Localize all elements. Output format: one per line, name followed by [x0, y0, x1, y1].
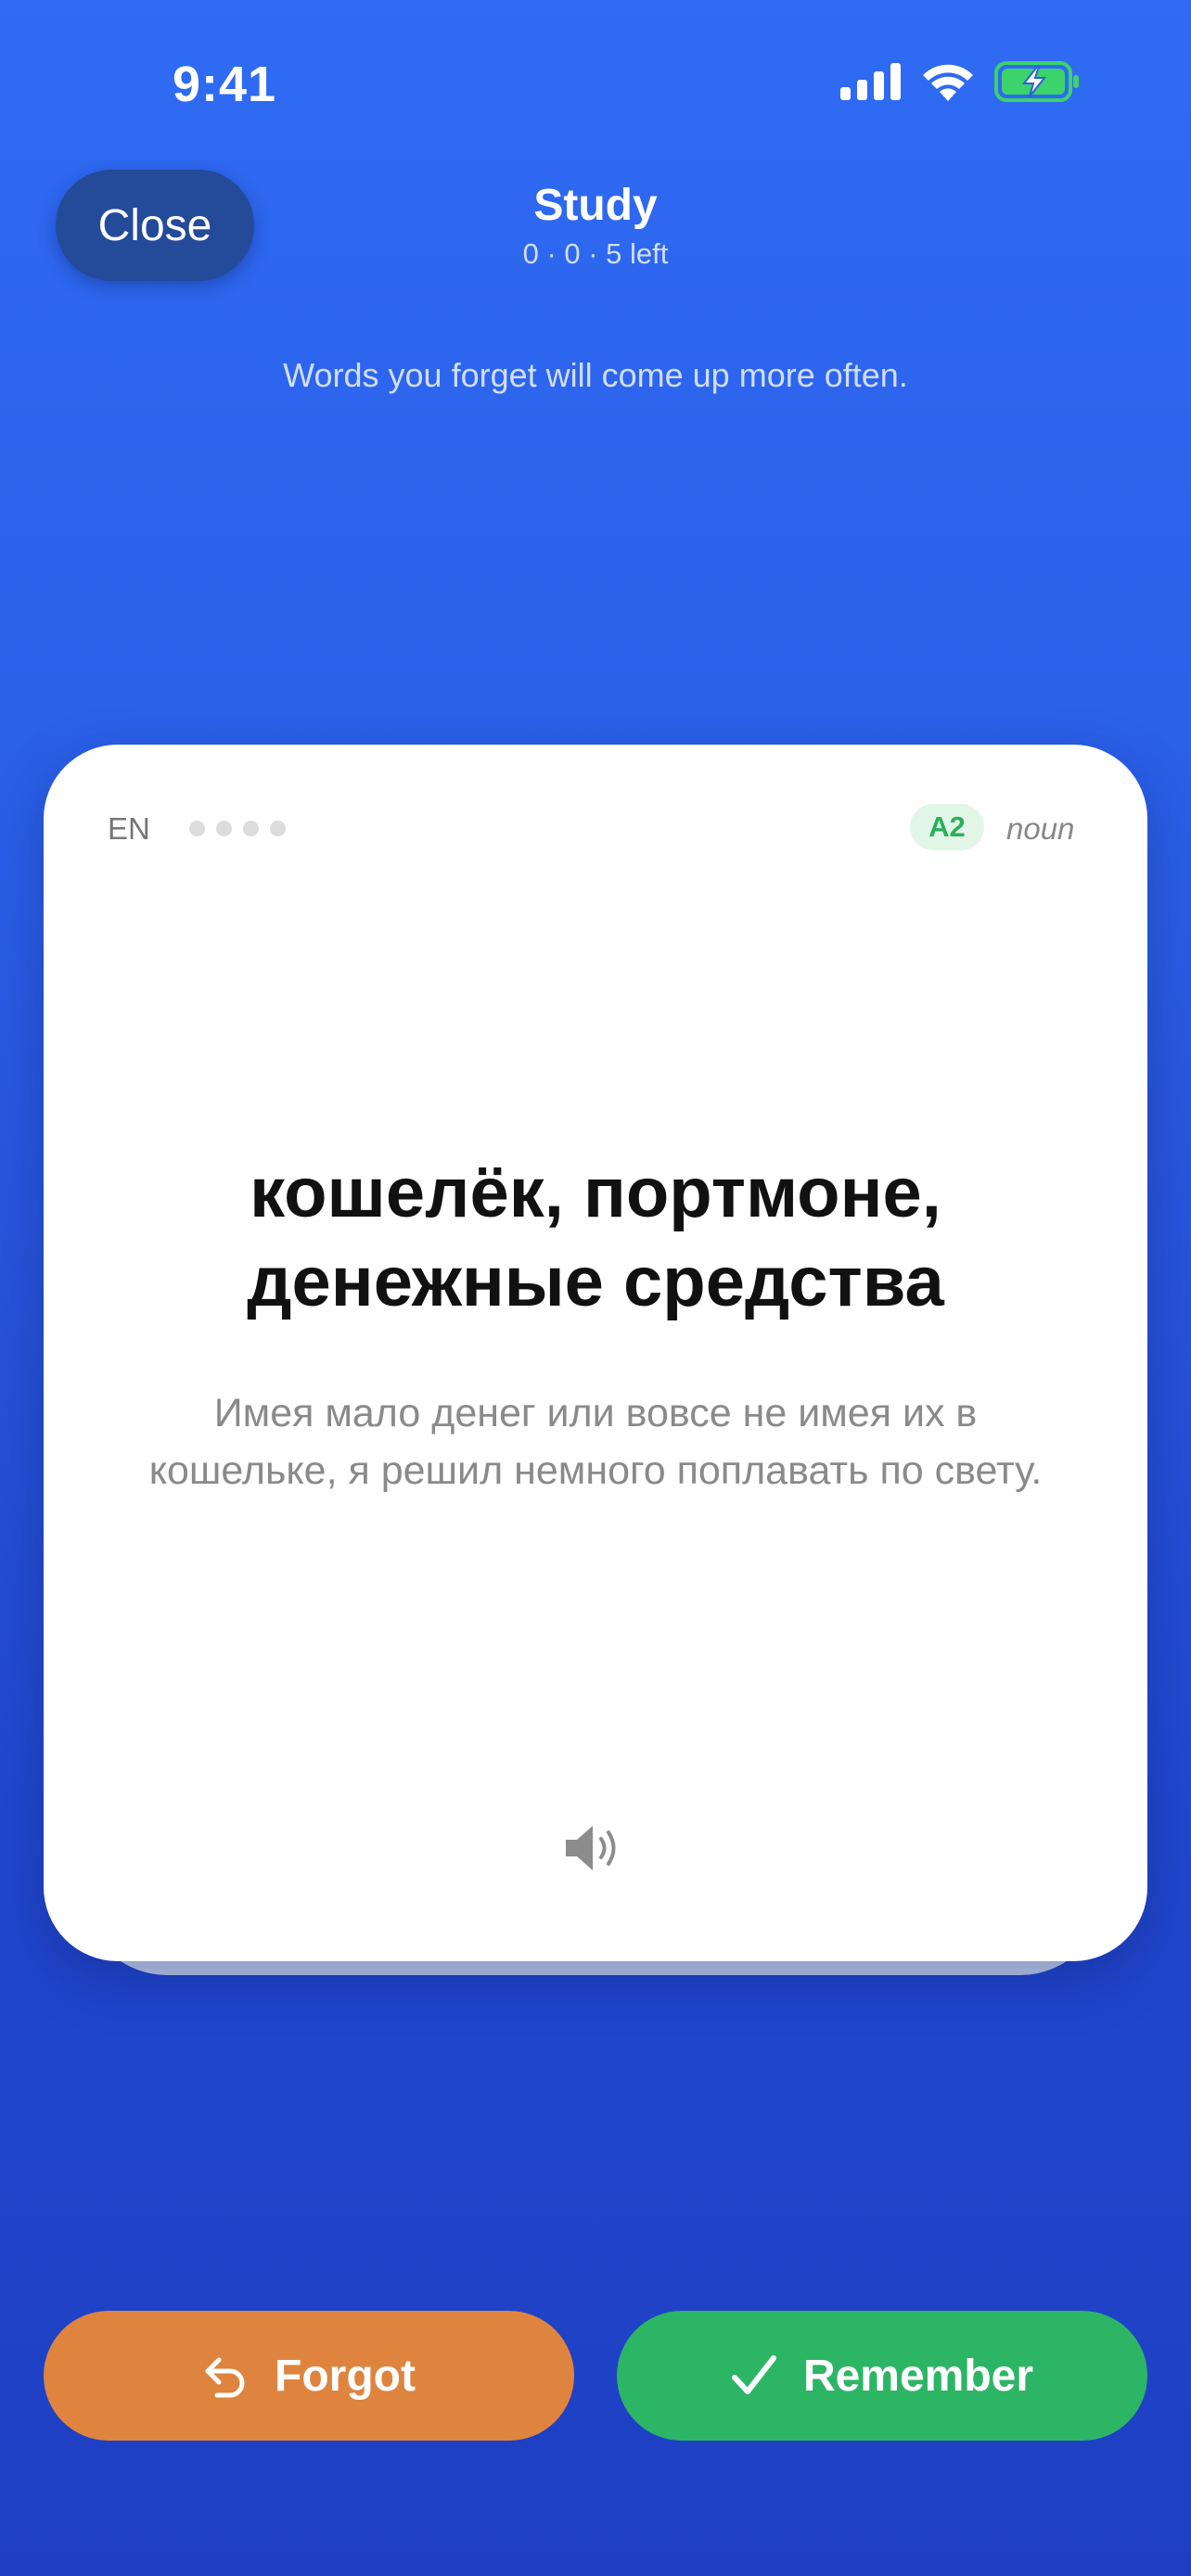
progress-dot	[270, 821, 286, 836]
cellular-signal-icon	[840, 63, 901, 100]
level-badge: A2	[910, 804, 984, 850]
remember-button[interactable]: Remember	[617, 2311, 1147, 2441]
study-screen: 9:41 Close Study 0 · 0 · 5 left Words yo…	[0, 0, 1191, 2576]
status-time: 9:41	[173, 57, 277, 112]
progress-counter: 0 · 0 · 5 left	[522, 237, 669, 270]
page-title: Study	[533, 181, 658, 230]
example-sentence: Имея мало денег или вовсе не имея их в к…	[148, 1391, 1043, 1493]
language-label: EN	[108, 811, 150, 846]
wifi-icon	[923, 64, 973, 101]
checkmark-icon	[731, 2355, 776, 2394]
study-hint: Words you forget will come up more often…	[283, 356, 908, 394]
speaker-icon[interactable]	[562, 1820, 629, 1876]
translation-line-2: денежные средства	[247, 1243, 944, 1321]
part-of-speech: noun	[1006, 811, 1075, 846]
remember-label: Remember	[802, 2351, 1034, 2401]
translation-word: кошелёк, портмоне, денежные средства	[99, 1149, 1092, 1327]
progress-dot	[216, 821, 232, 836]
forgot-label: Forgot	[275, 2351, 416, 2401]
battery-charging-icon	[994, 61, 1079, 102]
forgot-button[interactable]: Forgot	[44, 2311, 574, 2441]
progress-dot	[243, 821, 259, 836]
status-icons	[840, 61, 1080, 102]
card-progress-dots	[189, 821, 286, 836]
flashcard[interactable]: EN A2 noun кошелёк, портмоне, денежные с…	[44, 745, 1147, 1961]
progress-dot	[189, 821, 205, 836]
undo-arrow-icon	[205, 2357, 245, 2398]
translation-line-1: кошелёк, портмоне,	[250, 1154, 941, 1232]
